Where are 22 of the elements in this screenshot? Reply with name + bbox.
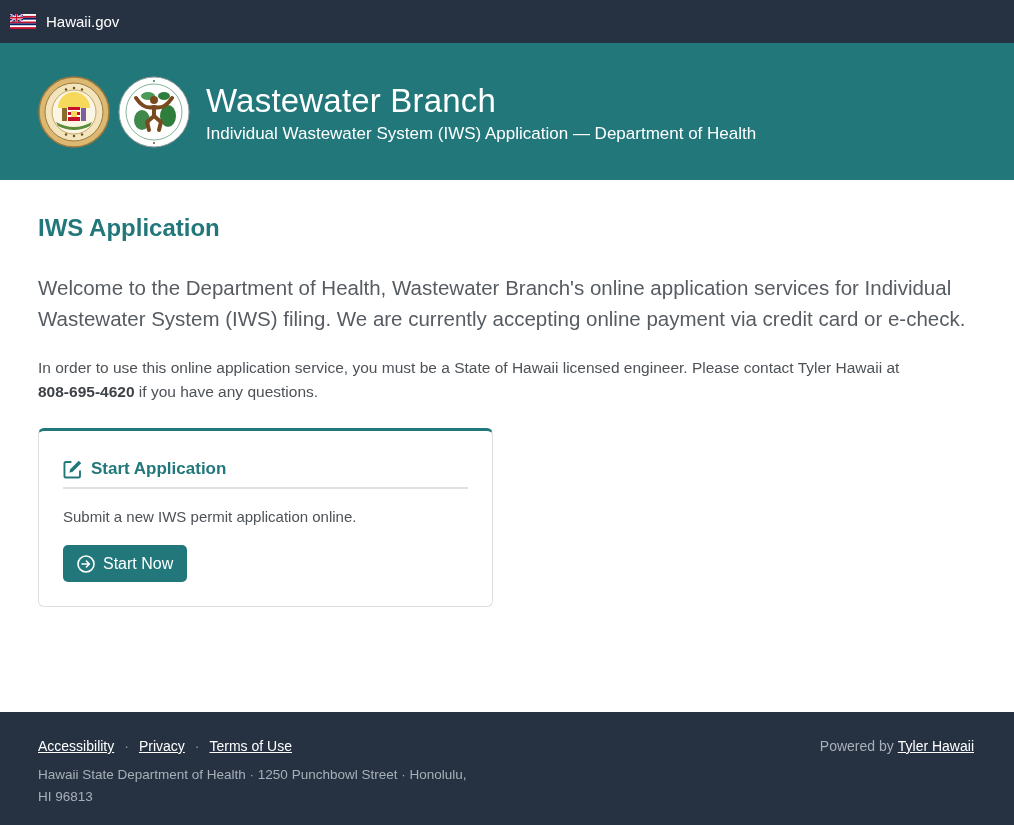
intro-paragraph: Welcome to the Department of Health, Wastewater Branch's online application services for Individual Wastewater System (IWS) filing. We are currently accepting online payment via credit card or e-check. [38, 275, 967, 332]
arrow-circle-icon [77, 554, 95, 573]
card-description: Submit a new IWS permit application online. [63, 507, 358, 527]
link-separator: · [124, 737, 129, 756]
link-separator: · [194, 737, 200, 756]
flag-icon [10, 14, 36, 29]
seal-icon [38, 75, 110, 148]
address-text: Hawaii State Department of Health · 1250 Punchbowl Street · Honolulu, HI 96813 [38, 766, 468, 806]
start-now-button[interactable]: Start Now [63, 545, 188, 582]
footer-link[interactable]: Accessibility [38, 736, 115, 756]
site-subtitle: Individual Wastewater System (IWS) Application — Department of Health [206, 122, 757, 145]
footer-link[interactable]: Terms of Use [209, 736, 292, 756]
vendor-link[interactable]: Tyler Hawaii [897, 736, 974, 756]
edit-icon [63, 459, 82, 479]
footer-link[interactable]: Privacy [138, 736, 185, 756]
notice-paragraph: In order to use this online application service, you must be a State of Hawaii licensed engineer. Please contact Tyler Hawaii at 808-695-4620 if you have any questions. [38, 358, 901, 402]
card-title: Start Application [91, 458, 227, 480]
page-heading: IWS Application [38, 213, 220, 243]
site-title: Wastewater Branch [206, 80, 497, 121]
powered-by-label: Powered by [819, 737, 894, 756]
seal-icon [118, 75, 190, 148]
site-link[interactable]: Hawaii.gov [46, 11, 120, 32]
